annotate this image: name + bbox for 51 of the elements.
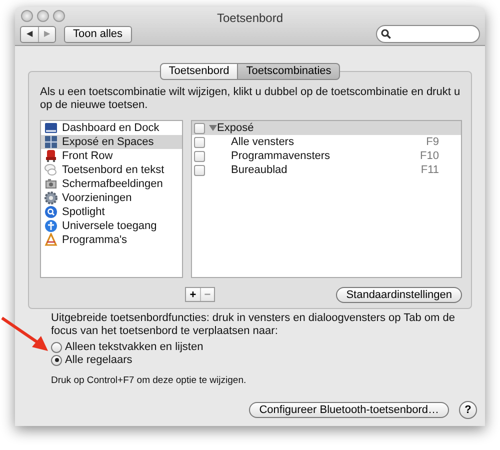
shortcut-key: F11 bbox=[420, 162, 439, 178]
bluetooth-keyboard-button[interactable]: Configureer Bluetooth-toetsenbord… bbox=[249, 402, 449, 418]
keyboard-access-text: Uitgebreide toetsenbordfuncties: druk in vensters en dialoogvensters op Tab om de focus van het toetsenbord te verplaatsen naar: bbox=[51, 312, 456, 338]
camera-icon bbox=[44, 177, 58, 191]
radio-button[interactable] bbox=[51, 354, 62, 366]
category-item[interactable]: Voorzieningen bbox=[41, 191, 182, 205]
dashboard-icon bbox=[44, 121, 58, 135]
instructions-text: Als u een toetscombinatie wilt wijzigen, klikt u dubbel op de toetscombinatie en drukt u op de nieuwe toetsen. bbox=[40, 86, 462, 112]
category-item[interactable]: Spotlight bbox=[41, 205, 182, 219]
shortcut-key: F9 bbox=[426, 134, 439, 150]
checkbox[interactable] bbox=[194, 122, 205, 134]
group-label: Exposé bbox=[217, 120, 254, 136]
category-item[interactable]: Schermafbeeldingen bbox=[41, 177, 182, 191]
minimize-button[interactable] bbox=[37, 10, 49, 22]
search-field[interactable] bbox=[376, 25, 480, 43]
tab[interactable]: Toetsenbord bbox=[160, 63, 238, 80]
shortcut-key: F10 bbox=[420, 148, 439, 164]
radio-label: Alleen tekstvakken en lijsten bbox=[65, 340, 204, 354]
show-all-button[interactable]: Toon alles bbox=[64, 26, 132, 42]
pencil-ruler-icon bbox=[44, 233, 58, 247]
restore-defaults-button[interactable]: Standaardinstellingen bbox=[336, 286, 462, 302]
speech-bubble-icon bbox=[44, 163, 58, 177]
help-button[interactable]: ? bbox=[459, 401, 477, 419]
shortcut-name: Bureaublad bbox=[231, 162, 288, 178]
checkbox[interactable] bbox=[194, 136, 205, 148]
back-button[interactable]: ◀ bbox=[21, 26, 38, 42]
radio-label: Alle regelaars bbox=[65, 354, 132, 367]
search-icon bbox=[44, 205, 58, 219]
category-item[interactable]: Dashboard en Dock bbox=[41, 121, 182, 135]
add-button[interactable]: + bbox=[186, 288, 200, 301]
checkbox[interactable] bbox=[194, 150, 205, 162]
category-item[interactable]: Front Row bbox=[41, 149, 182, 163]
disclosure-triangle-icon[interactable] bbox=[209, 124, 217, 132]
hint-text: Druk op Control+F7 om deze optie te wijzigen. bbox=[51, 374, 248, 387]
zoom-button[interactable] bbox=[53, 10, 65, 22]
category-item[interactable]: Exposé en Spaces bbox=[41, 135, 182, 149]
gear-icon bbox=[44, 191, 58, 205]
accessibility-icon bbox=[44, 219, 58, 233]
shortcut-name: Programmavensters bbox=[231, 148, 330, 164]
grid-icon bbox=[44, 135, 58, 149]
radio-button[interactable] bbox=[51, 342, 62, 353]
category-item[interactable]: Programma's bbox=[41, 233, 182, 247]
search-icon bbox=[381, 29, 391, 39]
category-item[interactable]: Toetsenbord en tekst bbox=[41, 163, 182, 177]
close-button[interactable] bbox=[21, 10, 33, 22]
shortcut-name: Alle vensters bbox=[231, 134, 294, 150]
window-title: Toetsenbord bbox=[216, 10, 284, 27]
checkbox[interactable] bbox=[194, 164, 205, 176]
chair-icon bbox=[44, 149, 58, 163]
tab[interactable]: Toetscombinaties bbox=[238, 63, 340, 80]
category-item[interactable]: Universele toegang bbox=[41, 219, 182, 233]
